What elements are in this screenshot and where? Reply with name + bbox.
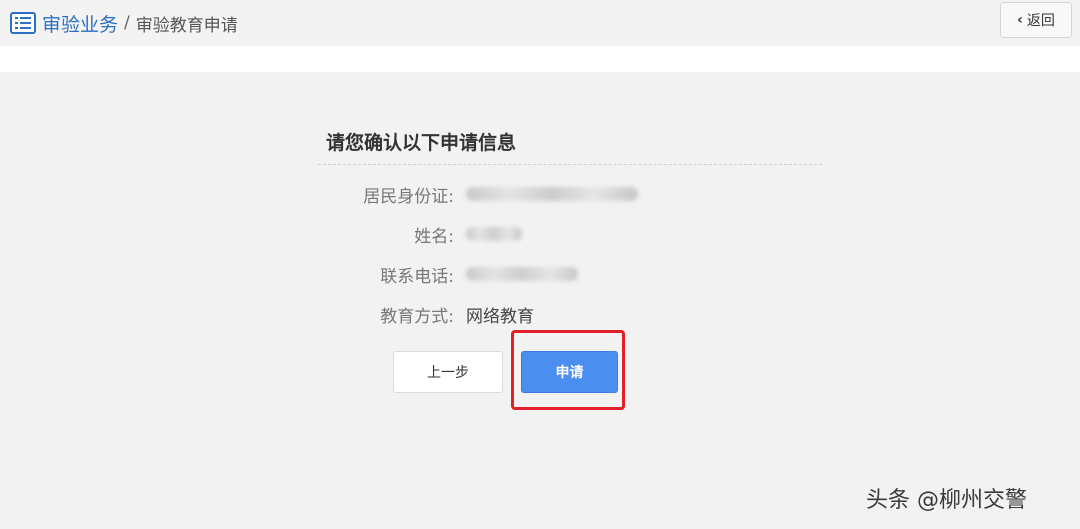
- list-icon: [10, 12, 36, 34]
- apply-button[interactable]: 申请: [521, 351, 618, 393]
- breadcrumb: 审验业务 / 审验教育申请: [10, 9, 238, 37]
- field-row-phone: 联系电话:: [300, 262, 700, 288]
- breadcrumb-separator: /: [124, 13, 130, 33]
- confirm-title: 请您确认以下申请信息: [326, 132, 517, 154]
- field-value-education: 网络教育: [466, 307, 534, 327]
- divider: [318, 164, 822, 165]
- field-label-phone: 联系电话:: [380, 267, 454, 287]
- field-label-name: 姓名:: [414, 227, 454, 247]
- field-row-name: 姓名:: [300, 222, 700, 248]
- field-label-education: 教育方式:: [380, 307, 454, 327]
- field-row-education: 教育方式: 网络教育: [300, 302, 700, 328]
- back-button[interactable]: ‹ 返回: [1000, 2, 1072, 38]
- top-bar: 审验业务 / 审验教育申请 ‹ 返回: [0, 0, 1080, 46]
- phone-value-redacted: [466, 267, 578, 281]
- prev-step-button[interactable]: 上一步: [393, 351, 503, 393]
- back-button-label: 返回: [1026, 13, 1055, 29]
- watermark: 头条 @柳州交警: [866, 488, 1027, 513]
- field-row-id-card: 居民身份证:: [300, 182, 700, 208]
- name-value-redacted: [466, 227, 522, 241]
- breadcrumb-current: 审验教育申请: [135, 15, 238, 36]
- main-content: 请您确认以下申请信息 居民身份证: 姓名: 联系电话: 教育方式: 网络教育 上…: [0, 72, 1080, 529]
- chevron-left-icon: ‹: [1017, 12, 1023, 28]
- field-label-id-card: 居民身份证:: [363, 187, 454, 207]
- id-card-value-redacted: [466, 187, 638, 201]
- breadcrumb-root-link[interactable]: 审验业务: [42, 10, 118, 37]
